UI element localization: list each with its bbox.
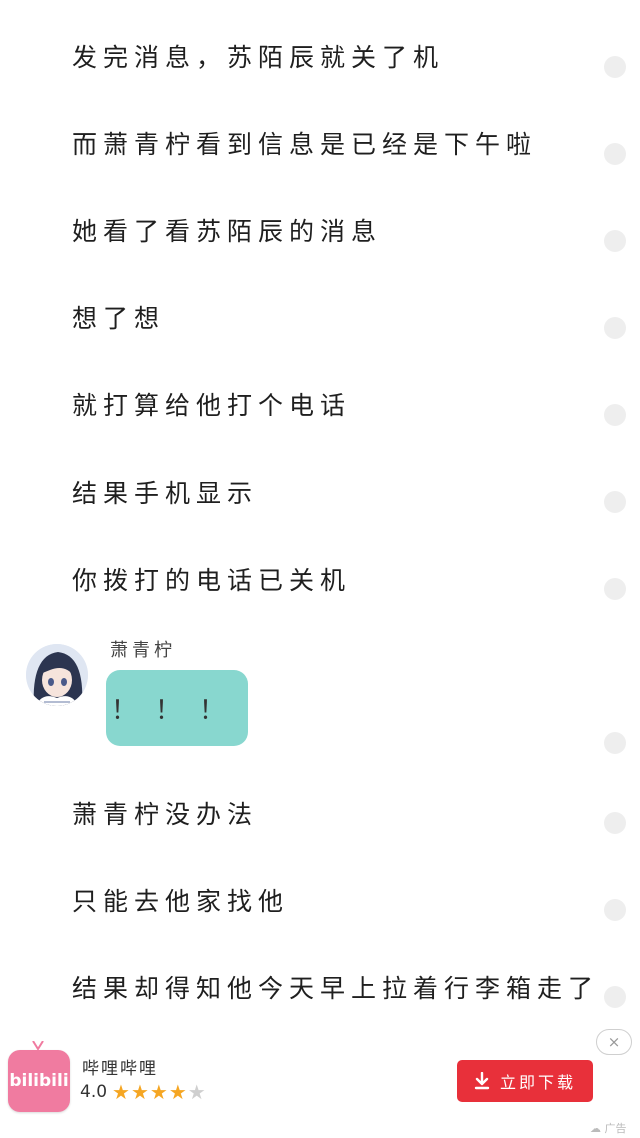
avatar[interactable] (26, 644, 88, 706)
chat-bubble: ！！！ (106, 670, 248, 746)
story-line: 结果却得知他今天早上拉着行李箱走了 (72, 974, 600, 1003)
reaction-dot[interactable] (604, 404, 626, 426)
rating-stars: ★★★★★ (112, 1080, 207, 1104)
reaction-dot[interactable] (604, 986, 626, 1008)
star-icon: ★ (168, 1080, 188, 1104)
chat-bubble-text: ！！！ (110, 695, 243, 726)
star-icon: ★ (187, 1080, 207, 1104)
story-line: 就打算给他打个电话 (72, 391, 352, 420)
avatar-illustration (26, 644, 88, 706)
ad-label-text: 广告 (604, 1122, 627, 1135)
app-rating: 4.0 (80, 1082, 108, 1102)
story-line: 她看了看苏陌辰的消息 (72, 217, 383, 246)
star-icon: ★ (130, 1080, 150, 1104)
close-icon: × (607, 1033, 621, 1051)
reaction-dot[interactable] (604, 578, 626, 600)
app-logo-text: bilibili (9, 1071, 69, 1091)
ad-close-button[interactable]: × (596, 1029, 632, 1055)
star-icon: ★ (112, 1080, 131, 1104)
reaction-dot[interactable] (604, 812, 626, 834)
story-line: 萧青柠没办法 (72, 800, 259, 829)
ad-banner[interactable]: bilibili 哔哩哔哩 4.0 ★★★★★ 立即下载 × ☁ 广告 (0, 1029, 640, 1138)
download-button[interactable]: 立即下载 (457, 1060, 593, 1102)
story-line: 发完消息，苏陌辰就关了机 (72, 43, 445, 72)
story-line: 结果手机显示 (72, 479, 259, 508)
reaction-dot[interactable] (604, 143, 626, 165)
reaction-dot[interactable] (604, 56, 626, 78)
story-line: 你拨打的电话已关机 (72, 566, 352, 595)
story-line: 而萧青柠看到信息是已经是下午啦 (72, 130, 538, 159)
reaction-dot[interactable] (604, 899, 626, 921)
reaction-dot[interactable] (604, 230, 626, 252)
app-logo[interactable]: bilibili (8, 1041, 70, 1112)
app-name: 哔哩哔哩 (82, 1059, 158, 1079)
chat-speaker-name: 萧青柠 (110, 640, 176, 661)
tv-antenna-icon (32, 1041, 44, 1051)
reaction-dot[interactable] (604, 732, 626, 754)
story-line: 只能去他家找他 (72, 887, 290, 916)
download-label: 立即下载 (499, 1073, 576, 1092)
reaction-dot[interactable] (604, 317, 626, 339)
star-icon: ★ (149, 1080, 169, 1104)
ad-mark-icon: ☁ (590, 1122, 601, 1135)
ad-label: ☁ 广告 (590, 1120, 627, 1136)
story-line: 想了想 (72, 304, 166, 333)
download-icon (474, 1072, 490, 1090)
reaction-dot[interactable] (604, 491, 626, 513)
